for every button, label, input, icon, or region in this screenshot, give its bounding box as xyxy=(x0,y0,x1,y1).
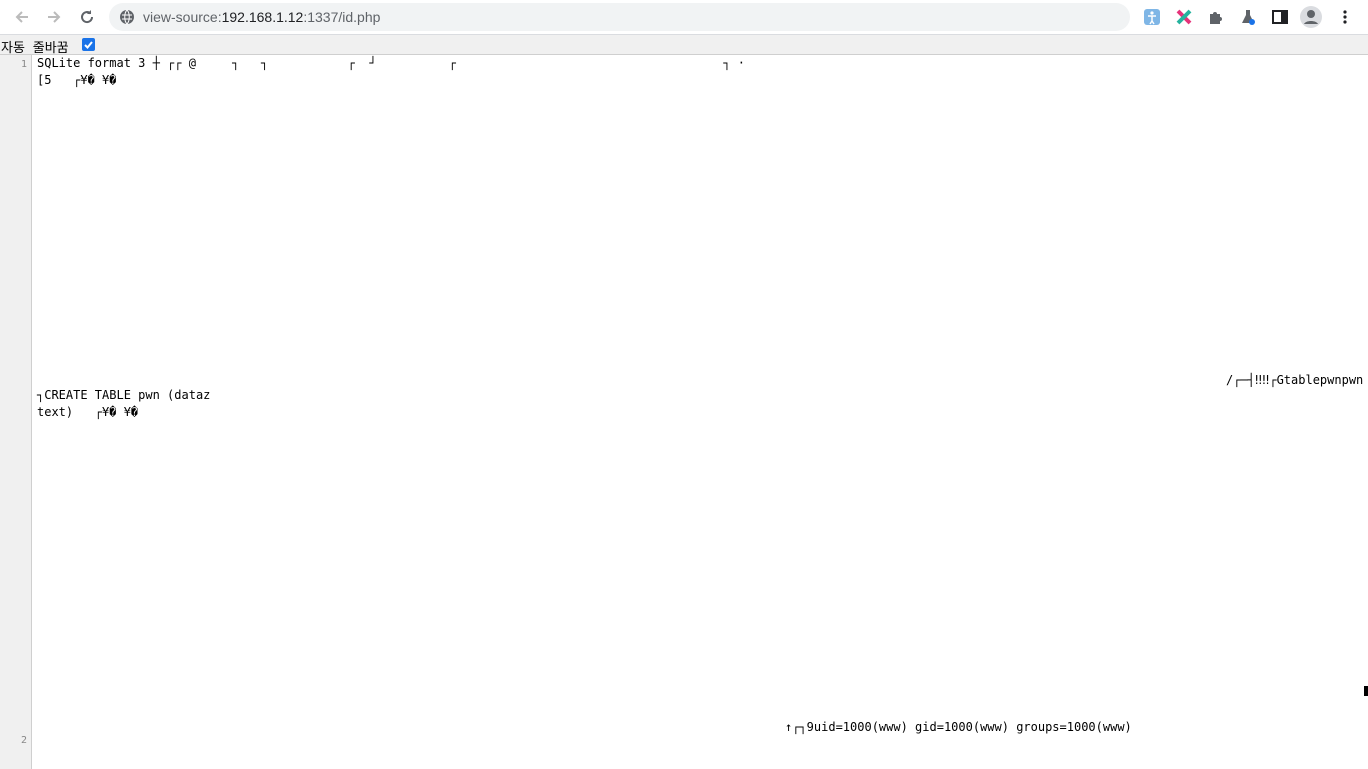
side-panel-icon[interactable] xyxy=(1269,6,1291,28)
extensions-puzzle-icon[interactable] xyxy=(1205,6,1227,28)
url-path: :1337/id.php xyxy=(303,9,381,25)
line-wrap-label: 자동 줄바꿈 xyxy=(1,41,69,56)
source-line-1-part-a: SQLite format 3 ┼ ┌┌ @ ┐ ┐ ┌ ┘ ┌ ┐ · xyxy=(37,56,746,70)
line-wrap-bar: 자동 줄바꿈 xyxy=(0,35,1368,56)
source-line-1-part-c: /┌─┤‼‼┌Gtablepwnpwn xyxy=(1226,373,1364,387)
source-line-1-part-f: ↑┌┐9uid=1000(www) gid=1000(www) groups=1… xyxy=(785,720,1132,734)
source-line-1-part-e: text) ┌¥� ¥� xyxy=(37,405,139,419)
cross-extension-icon[interactable] xyxy=(1173,6,1195,28)
forward-icon[interactable] xyxy=(43,6,65,28)
site-info-icon[interactable] xyxy=(119,9,135,25)
reload-icon[interactable] xyxy=(76,6,98,28)
source-line-1-part-d: ┐CREATE TABLE pwn (dataz xyxy=(37,388,211,402)
line-number: 1 xyxy=(20,59,27,70)
menu-kebab-icon[interactable] xyxy=(1334,6,1356,28)
url-scheme: view-source: xyxy=(143,9,222,25)
source-line-1-part-b: [5 ┌¥� ¥� xyxy=(37,73,117,87)
address-bar[interactable]: view-source:192.168.1.12:1337/id.php xyxy=(109,3,1130,31)
labs-flask-icon[interactable] xyxy=(1237,6,1259,28)
line-wrap-checkbox[interactable] xyxy=(82,38,95,51)
back-icon[interactable] xyxy=(11,6,33,28)
accessibility-extension-icon[interactable] xyxy=(1141,6,1163,28)
browser-toolbar: view-source:192.168.1.12:1337/id.php xyxy=(0,0,1368,34)
scrollbar-marker[interactable] xyxy=(1364,686,1368,696)
profile-avatar-icon[interactable] xyxy=(1300,6,1322,28)
line-number-gutter: 1 2 xyxy=(0,55,32,769)
url-text[interactable]: view-source:192.168.1.12:1337/id.php xyxy=(143,9,380,25)
checkmark-icon xyxy=(84,41,93,49)
line-number: 2 xyxy=(20,735,27,746)
url-host: 192.168.1.12 xyxy=(221,9,304,25)
